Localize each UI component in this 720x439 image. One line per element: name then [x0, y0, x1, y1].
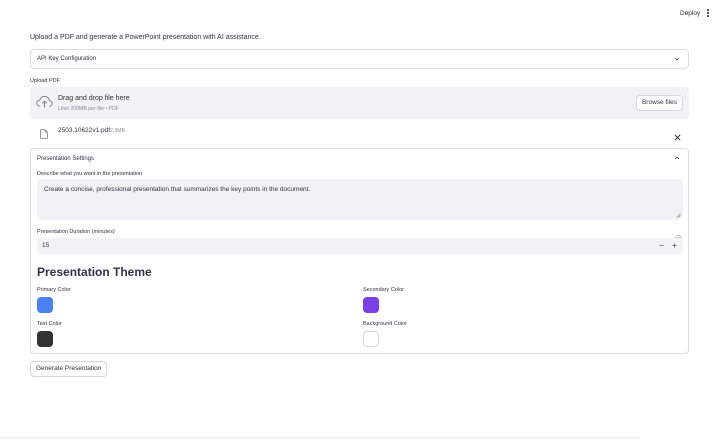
- browse-files-button[interactable]: Browse files: [635, 95, 683, 111]
- presentation-settings-expander: Presentation Settings Describe what you …: [30, 148, 689, 354]
- file-size: 2.3MB: [110, 128, 125, 134]
- dropzone-limit: Limit 200MB per file • PDF: [58, 106, 119, 112]
- file-name: 2503.10622v1.pdf: [58, 127, 111, 134]
- upload-label: Upload PDF: [30, 78, 60, 84]
- describe-label: Describe what you want in the presentati…: [37, 171, 143, 177]
- chevron-down-icon: [674, 56, 680, 62]
- dropzone-title: Drag and drop file here: [58, 95, 130, 102]
- duration-label: Presentation Duration (minutes): [37, 229, 115, 235]
- chevron-up-icon[interactable]: [674, 155, 680, 161]
- presentation-settings-header[interactable]: Presentation Settings: [37, 156, 94, 162]
- file-dropzone[interactable]: Drag and drop file here Limit 200MB per …: [30, 87, 689, 119]
- api-key-expander-label: API Key Configuration: [37, 56, 97, 62]
- intro-text: Upload a PDF and generate a PowerPoint p…: [30, 34, 261, 41]
- theme-title: Presentation Theme: [37, 265, 152, 279]
- secondary-color-swatch[interactable]: [363, 297, 379, 313]
- help-icon[interactable]: [675, 229, 682, 242]
- describe-textarea[interactable]: Create a concise, professional presentat…: [37, 179, 683, 220]
- background-color-swatch[interactable]: [363, 331, 379, 347]
- generate-presentation-button[interactable]: Generate Presentation: [30, 361, 108, 377]
- describe-textarea-value: Create a concise, professional presentat…: [44, 186, 311, 193]
- cloud-upload-icon: [36, 95, 53, 109]
- background-color-label: Background Color: [363, 321, 408, 327]
- duration-input[interactable]: 15 − +: [37, 238, 683, 254]
- uploaded-file: 2503.10622v1.pdf 2.3MB: [30, 125, 689, 141]
- kebab-menu-icon[interactable]: [706, 9, 710, 18]
- text-color-swatch[interactable]: [37, 331, 53, 347]
- primary-color-label: Primary Color: [37, 287, 71, 293]
- increment-button[interactable]: +: [670, 241, 679, 250]
- duration-value: 15: [42, 242, 50, 249]
- deploy-button[interactable]: Deploy: [680, 10, 700, 17]
- decrement-button[interactable]: −: [657, 241, 666, 250]
- file-icon: [40, 126, 48, 139]
- top-bar: Deploy: [0, 0, 720, 26]
- close-icon[interactable]: [674, 128, 681, 141]
- secondary-color-label: Secondary Color: [363, 287, 404, 293]
- api-key-expander[interactable]: API Key Configuration: [30, 49, 689, 69]
- resize-handle-icon[interactable]: [676, 213, 681, 218]
- primary-color-swatch[interactable]: [37, 297, 53, 313]
- text-color-label: Text Color: [37, 321, 62, 327]
- bottom-edge: [0, 435, 640, 439]
